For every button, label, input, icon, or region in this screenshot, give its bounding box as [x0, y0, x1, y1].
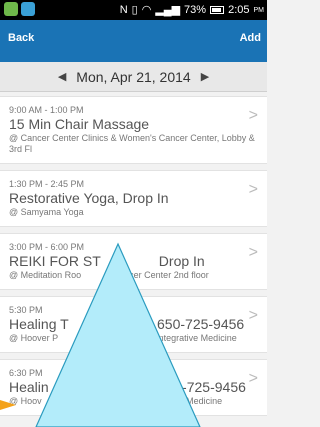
event-list: 9:00 AM - 1:00 PM 15 Min Chair Massage @… [0, 96, 267, 422]
event-location: @ Hoover P [9, 333, 59, 343]
event-title: Healin [9, 379, 49, 395]
back-button[interactable]: Back [8, 32, 34, 44]
event-title-end: er 650-725-9456 [140, 316, 245, 332]
event-title: 15 Min Chair Massage [9, 116, 150, 132]
event-location: @ Samyama Yoga [9, 207, 84, 217]
event-title: Healing T [9, 316, 69, 332]
event-item[interactable]: 3:00 PM - 6:00 PM REIKI FOR ST Drop In @ … [0, 233, 267, 290]
add-button[interactable]: Add [240, 32, 261, 44]
chevron-right-icon: > [248, 244, 258, 261]
wifi-icon: ◠ [141, 4, 152, 16]
event-location-end: Integrative Medicine [156, 333, 237, 343]
event-location: @ Meditation Roo [9, 270, 82, 280]
clock: 2:05 [228, 4, 250, 16]
chevron-right-icon: > [248, 307, 258, 324]
event-location: @ Cancer Center Clinics & Women's Cancer… [9, 133, 255, 154]
chevron-right-icon: > [248, 181, 258, 198]
event-title-end: 650-725-9456 [158, 379, 246, 395]
battery-percent: 73% [184, 4, 207, 16]
event-time: 9:00 AM - 1:00 PM [9, 105, 84, 115]
nav-bar: Back Add [0, 20, 267, 62]
clock-ampm: PM [253, 6, 265, 14]
event-title: REIKI FOR ST [9, 253, 101, 269]
event-time: 5:30 PM [9, 305, 43, 315]
status-bar: N ▯ ◠ ▂▄▆ 73% 2:05 PM [0, 0, 267, 20]
event-time: 3:00 PM - 6:00 PM [9, 242, 85, 252]
battery-icon [210, 6, 225, 14]
event-location-end: rative Medicine [161, 396, 223, 406]
vibrate-icon: ▯ [131, 4, 138, 16]
previous-day-icon[interactable]: ◀ [58, 70, 66, 83]
event-location-end: cer Center 2nd floor [129, 270, 209, 280]
chevron-right-icon: > [248, 370, 258, 387]
chevron-right-icon: > [248, 107, 258, 124]
app-notification-icon [21, 2, 35, 16]
event-item[interactable]: 6:30 PM Healin 650-725-9456 @ Hoov rative … [0, 359, 267, 416]
notification-icon [4, 2, 18, 16]
next-day-icon[interactable]: ▶ [201, 70, 209, 83]
event-title: Restorative Yoga, Drop In [9, 190, 169, 206]
event-title-end: Drop In [158, 253, 205, 269]
event-item[interactable]: 1:30 PM - 2:45 PM Restorative Yoga, Drop… [0, 170, 267, 227]
event-time: 6:30 PM [9, 368, 43, 378]
date-selector: ◀ Mon, Apr 21, 2014 ▶ [0, 62, 267, 92]
event-item[interactable]: 5:30 PM Healing T er 650-725-9456 @ Hoove… [0, 296, 267, 353]
current-date: Mon, Apr 21, 2014 [76, 68, 191, 85]
nfc-icon: N [119, 4, 128, 16]
orange-marker-icon [0, 400, 16, 410]
event-item[interactable]: 9:00 AM - 1:00 PM 15 Min Chair Massage @… [0, 96, 267, 164]
signal-icon: ▂▄▆ [155, 4, 181, 16]
event-time: 1:30 PM - 2:45 PM [9, 179, 85, 189]
